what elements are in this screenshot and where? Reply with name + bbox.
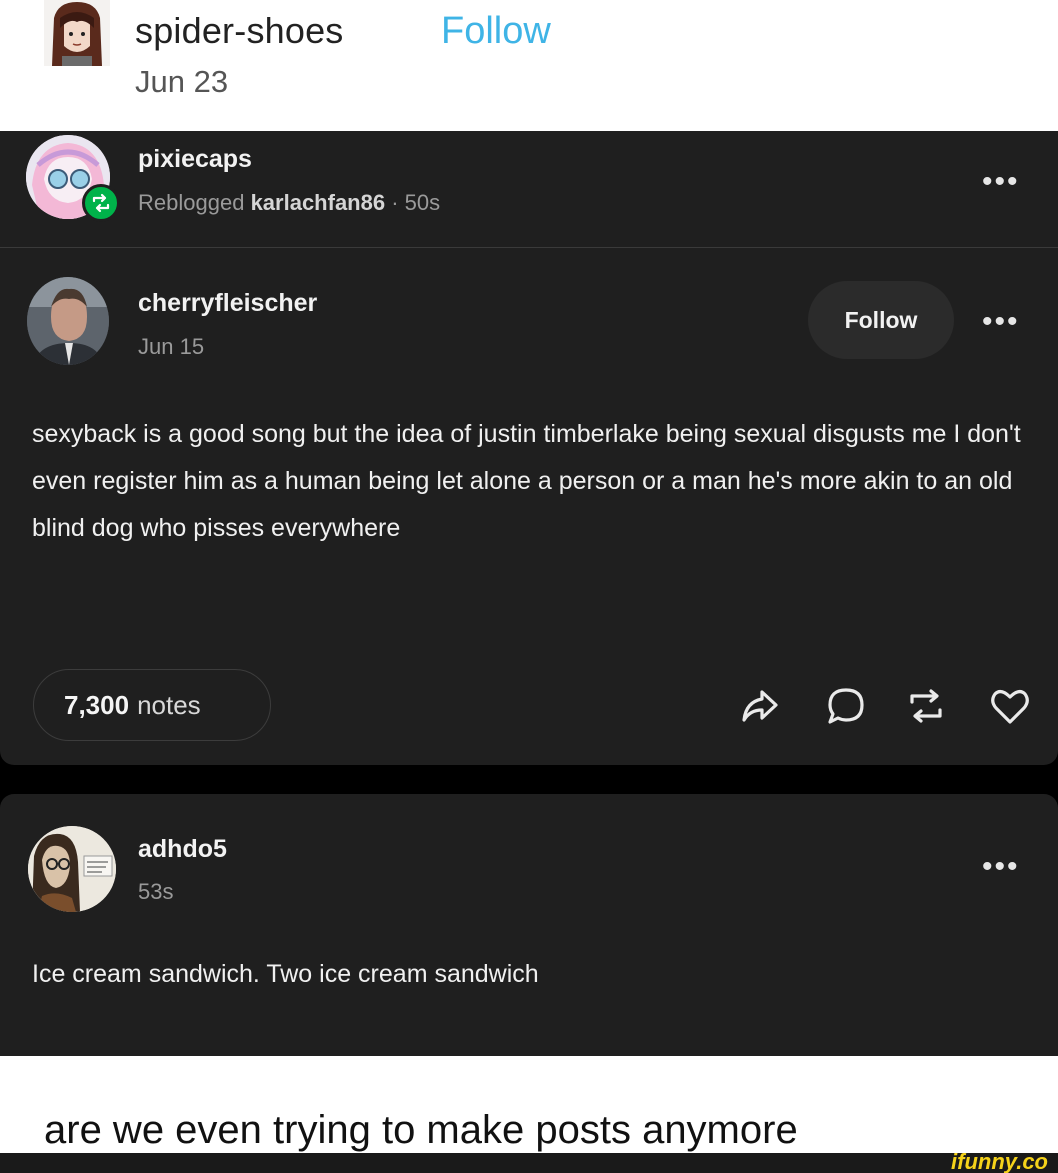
reblog-badge-icon [82, 184, 120, 222]
reblog-meta: Reblogged karlachfan86 · 50s [138, 190, 440, 216]
op-avatar[interactable] [27, 277, 109, 365]
notes-count: 7,300 [64, 689, 130, 720]
outer-username[interactable]: spider-shoes [135, 10, 344, 52]
outer-follow-button[interactable]: Follow [441, 10, 551, 53]
outer-avatar[interactable] [44, 0, 110, 66]
notes-label: notes [137, 689, 201, 720]
op-more-icon[interactable]: ••• [982, 307, 1020, 337]
op-date: Jun 15 [138, 334, 205, 359]
reblog-icon[interactable] [904, 684, 948, 728]
reply-body-text: Ice cream sandwich. Two ice cream sandwi… [32, 960, 539, 988]
replier-avatar[interactable] [28, 826, 116, 912]
post-body-text: sexyback is a good song but the idea of … [32, 420, 1021, 542]
more-icon[interactable]: ••• [982, 167, 1020, 197]
reply-more-icon[interactable]: ••• [982, 852, 1020, 882]
reply-icon[interactable] [824, 684, 868, 728]
reblogged-post-card: pixiecaps Reblogged karlachfan86 · 50s •… [0, 131, 1058, 765]
reblog-source-user[interactable]: karlachfan86 [251, 190, 386, 215]
outer-post-header: spider-shoes Follow Jun 23 [0, 0, 1058, 131]
embedded-screenshot: pixiecaps Reblogged karlachfan86 · 50s •… [0, 131, 1058, 1056]
outer-post-date: Jun 23 [135, 64, 229, 99]
notes-button[interactable]: 7,300 notes [33, 669, 271, 741]
op-follow-button[interactable]: Follow [808, 281, 954, 359]
divider [0, 247, 1058, 248]
like-icon[interactable] [988, 684, 1032, 728]
reblogger-username[interactable]: pixiecaps [138, 145, 252, 174]
share-icon[interactable] [738, 684, 782, 728]
reply-card: adhdo5 53s ••• Ice cream sandwich. Two i… [0, 794, 1058, 1056]
post-caption: are we even trying to make posts anymore [44, 1108, 798, 1152]
bottom-bar [0, 1153, 1058, 1173]
reblog-age: · 50s [391, 190, 441, 215]
reply-age: 53s [138, 879, 174, 904]
reblogged-label: Reblogged [138, 190, 245, 215]
replier-username[interactable]: adhdo5 [138, 835, 227, 864]
ifunny-watermark: ifunny.co [951, 1149, 1048, 1173]
op-username[interactable]: cherryfleischer [138, 289, 317, 318]
